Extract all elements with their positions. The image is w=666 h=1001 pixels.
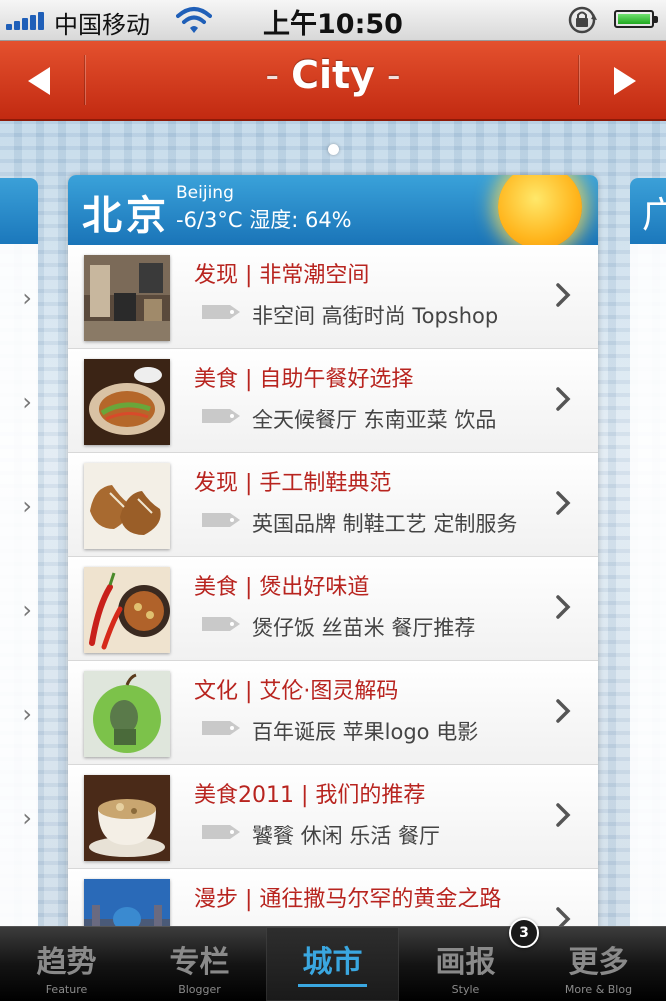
list-item[interactable]: 美食 | 煲出好味道 煲仔饭 丝苗米 餐厅推荐 — [68, 557, 598, 661]
city-weather: -6/3°C 湿度: 64% — [176, 208, 352, 232]
battery-icon — [614, 10, 658, 28]
next-city-button[interactable] — [602, 59, 646, 103]
tab-more[interactable]: 更多 More & Blog — [532, 927, 665, 1001]
item-title: 漫步 | 通往撒马尔罕的黄金之路 — [194, 887, 502, 912]
next-city-initial: 广 — [630, 178, 666, 244]
item-tags: 英国品牌 制鞋工艺 定制服务 — [252, 512, 518, 536]
notification-badge: 3 — [509, 918, 539, 948]
item-title: 发现 | 非常潮空间 — [194, 263, 370, 288]
item-tags: 非空间 高街时尚 Topshop — [252, 304, 499, 328]
item-thumbnail — [84, 775, 170, 861]
chevron-right-icon — [556, 283, 571, 307]
item-thumbnail — [84, 671, 170, 757]
tag-icon — [202, 409, 240, 423]
item-title: 文化 | 艾伦·图灵解码 — [194, 679, 399, 704]
chevron-right-icon — [556, 595, 571, 619]
item-title: 美食 | 煲出好味道 — [194, 575, 370, 600]
nav-divider — [578, 55, 579, 105]
sun-icon — [498, 175, 582, 249]
chevron-right-icon — [556, 699, 571, 723]
city-card: 北京 Beijing -6/3°C 湿度: 64% 发现 | 非常潮空间 非空间… — [68, 175, 598, 935]
prev-city-button[interactable] — [18, 59, 62, 103]
item-title: 美食2011 | 我们的推荐 — [194, 783, 426, 808]
item-thumbnail — [84, 359, 170, 445]
chevron-right-icon — [556, 387, 571, 411]
nav-bar: - City - — [0, 41, 666, 121]
nav-title: - City - — [265, 53, 401, 97]
item-title: 美食 | 自助午餐好选择 — [194, 367, 414, 392]
list-item[interactable]: 文化 | 艾伦·图灵解码 百年诞辰 苹果logo 电影 — [68, 661, 598, 765]
item-tags: 煲仔饭 丝苗米 餐厅推荐 — [252, 616, 476, 640]
chevron-right-icon — [556, 803, 571, 827]
next-city-card[interactable]: 广 — [630, 178, 666, 938]
article-list: 发现 | 非常潮空间 非空间 高街时尚 Topshop 美食 | 自助午餐好选择… — [68, 245, 598, 935]
city-header: 北京 Beijing -6/3°C 湿度: 64% — [68, 175, 598, 249]
tab-feature[interactable]: 趋势 Feature — [0, 927, 133, 1001]
item-tags: 全天候餐厅 东南亚菜 饮品 — [252, 408, 497, 432]
item-thumbnail — [84, 567, 170, 653]
tag-icon — [202, 617, 240, 631]
tab-blogger[interactable]: 专栏 Blogger — [133, 927, 266, 1001]
city-name-cn: 北京 — [82, 193, 170, 239]
rotation-lock-icon — [568, 6, 597, 34]
tab-bar: 趋势 Feature 专栏 Blogger 城市 画报 Style 更多 Mor… — [0, 926, 666, 1001]
item-tags: 百年诞辰 苹果logo 电影 — [252, 720, 479, 744]
tag-icon — [202, 513, 240, 527]
status-bar: 中国移动 上午10:50 — [0, 0, 666, 41]
item-thumbnail — [84, 255, 170, 341]
nav-divider — [84, 55, 85, 105]
page-indicator — [0, 140, 666, 159]
list-item[interactable]: 发现 | 手工制鞋典范 英国品牌 制鞋工艺 定制服务 — [68, 453, 598, 557]
list-item[interactable]: 美食2011 | 我们的推荐 饕餮 休闲 乐活 餐厅 — [68, 765, 598, 869]
tag-icon — [202, 305, 240, 319]
previous-city-card[interactable]: › › › › › › — [0, 178, 38, 938]
item-title: 发现 | 手工制鞋典范 — [194, 471, 392, 496]
tag-icon — [202, 825, 240, 839]
list-item[interactable]: 发现 | 非常潮空间 非空间 高街时尚 Topshop — [68, 245, 598, 349]
tag-icon — [202, 721, 240, 735]
city-name-en: Beijing — [176, 183, 234, 203]
tab-city[interactable]: 城市 — [266, 927, 399, 1001]
chevron-right-icon — [556, 491, 571, 515]
list-item[interactable]: 美食 | 自助午餐好选择 全天候餐厅 东南亚菜 饮品 — [68, 349, 598, 453]
item-tags: 饕餮 休闲 乐活 餐厅 — [252, 824, 441, 848]
item-thumbnail — [84, 463, 170, 549]
